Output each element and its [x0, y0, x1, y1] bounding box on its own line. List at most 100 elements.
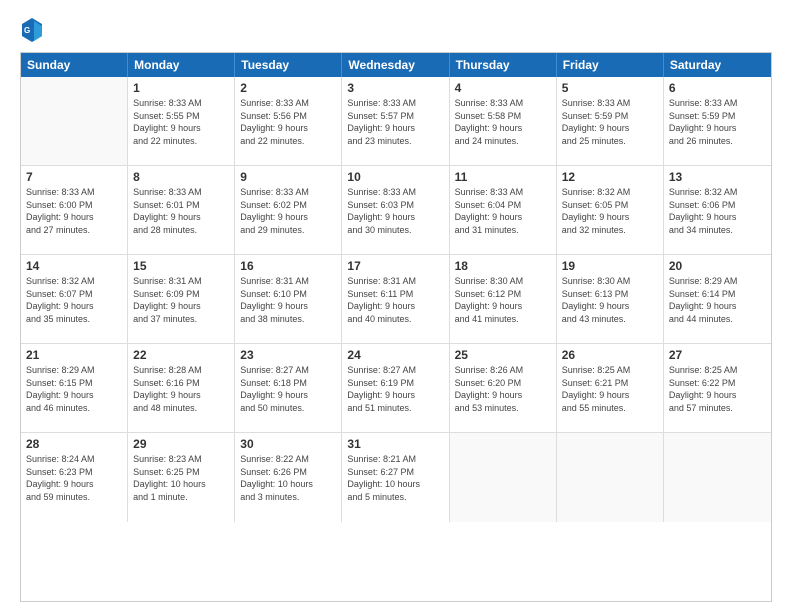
calendar-cell — [21, 77, 128, 165]
calendar-cell: 13 Sunrise: 8:32 AMSunset: 6:06 PMDayligh… — [664, 166, 771, 254]
day-number: 11 — [455, 170, 551, 184]
calendar-cell — [450, 433, 557, 522]
day-info: Sunrise: 8:32 AMSunset: 6:06 PMDaylight:… — [669, 186, 766, 236]
day-info: Sunrise: 8:25 AMSunset: 6:22 PMDaylight:… — [669, 364, 766, 414]
day-number: 25 — [455, 348, 551, 362]
day-number: 31 — [347, 437, 443, 451]
calendar-cell: 6 Sunrise: 8:33 AMSunset: 5:59 PMDaylight… — [664, 77, 771, 165]
calendar-cell: 19 Sunrise: 8:30 AMSunset: 6:13 PMDayligh… — [557, 255, 664, 343]
day-info: Sunrise: 8:33 AMSunset: 6:03 PMDaylight:… — [347, 186, 443, 236]
day-info: Sunrise: 8:29 AMSunset: 6:14 PMDaylight:… — [669, 275, 766, 325]
day-info: Sunrise: 8:33 AMSunset: 6:04 PMDaylight:… — [455, 186, 551, 236]
day-info: Sunrise: 8:32 AMSunset: 6:05 PMDaylight:… — [562, 186, 658, 236]
day-info: Sunrise: 8:31 AMSunset: 6:11 PMDaylight:… — [347, 275, 443, 325]
day-number: 8 — [133, 170, 229, 184]
calendar-cell: 4 Sunrise: 8:33 AMSunset: 5:58 PMDaylight… — [450, 77, 557, 165]
logo-icon: G — [20, 16, 44, 44]
calendar-cell: 22 Sunrise: 8:28 AMSunset: 6:16 PMDayligh… — [128, 344, 235, 432]
day-number: 16 — [240, 259, 336, 273]
calendar-cell: 23 Sunrise: 8:27 AMSunset: 6:18 PMDayligh… — [235, 344, 342, 432]
calendar: SundayMondayTuesdayWednesdayThursdayFrid… — [20, 52, 772, 602]
calendar-cell: 21Sunrise: 8:29 AMSunset: 6:15 PMDayligh… — [21, 344, 128, 432]
day-info: Sunrise: 8:33 AMSunset: 5:55 PMDaylight:… — [133, 97, 229, 147]
day-number: 1 — [133, 81, 229, 95]
calendar-header-cell: Thursday — [450, 53, 557, 77]
calendar-week: 28Sunrise: 8:24 AMSunset: 6:23 PMDayligh… — [21, 433, 771, 522]
day-number: 17 — [347, 259, 443, 273]
calendar-header-cell: Saturday — [664, 53, 771, 77]
calendar-cell: 29Sunrise: 8:23 AMSunset: 6:25 PMDayligh… — [128, 433, 235, 522]
day-number: 5 — [562, 81, 658, 95]
day-info: Sunrise: 8:33 AMSunset: 6:00 PMDaylight:… — [26, 186, 122, 236]
day-number: 24 — [347, 348, 443, 362]
calendar-header-cell: Monday — [128, 53, 235, 77]
day-number: 21 — [26, 348, 122, 362]
calendar-cell: 8 Sunrise: 8:33 AMSunset: 6:01 PMDaylight… — [128, 166, 235, 254]
day-number: 19 — [562, 259, 658, 273]
day-number: 15 — [133, 259, 229, 273]
day-number: 7 — [26, 170, 122, 184]
calendar-cell: 9 Sunrise: 8:33 AMSunset: 6:02 PMDaylight… — [235, 166, 342, 254]
calendar-cell: 11 Sunrise: 8:33 AMSunset: 6:04 PMDayligh… — [450, 166, 557, 254]
calendar-header-cell: Sunday — [21, 53, 128, 77]
day-info: Sunrise: 8:30 AMSunset: 6:12 PMDaylight:… — [455, 275, 551, 325]
calendar-cell: 16Sunrise: 8:31 AMSunset: 6:10 PMDayligh… — [235, 255, 342, 343]
calendar-header-cell: Tuesday — [235, 53, 342, 77]
day-info: Sunrise: 8:33 AMSunset: 5:59 PMDaylight:… — [669, 97, 766, 147]
calendar-week: 14Sunrise: 8:32 AMSunset: 6:07 PMDayligh… — [21, 255, 771, 344]
day-info: Sunrise: 8:33 AMSunset: 5:59 PMDaylight:… — [562, 97, 658, 147]
calendar-cell: 25Sunrise: 8:26 AMSunset: 6:20 PMDayligh… — [450, 344, 557, 432]
day-number: 12 — [562, 170, 658, 184]
day-number: 26 — [562, 348, 658, 362]
calendar-week: 21Sunrise: 8:29 AMSunset: 6:15 PMDayligh… — [21, 344, 771, 433]
calendar-cell: 31Sunrise: 8:21 AMSunset: 6:27 PMDayligh… — [342, 433, 449, 522]
calendar-cell: 2 Sunrise: 8:33 AMSunset: 5:56 PMDaylight… — [235, 77, 342, 165]
calendar-week: 1 Sunrise: 8:33 AMSunset: 5:55 PMDaylight… — [21, 77, 771, 166]
calendar-cell: 20 Sunrise: 8:29 AMSunset: 6:14 PMDayligh… — [664, 255, 771, 343]
calendar-cell — [664, 433, 771, 522]
calendar-week: 7 Sunrise: 8:33 AMSunset: 6:00 PMDaylight… — [21, 166, 771, 255]
day-info: Sunrise: 8:33 AMSunset: 6:02 PMDaylight:… — [240, 186, 336, 236]
day-info: Sunrise: 8:33 AMSunset: 6:01 PMDaylight:… — [133, 186, 229, 236]
day-info: Sunrise: 8:28 AMSunset: 6:16 PMDaylight:… — [133, 364, 229, 414]
day-info: Sunrise: 8:33 AMSunset: 5:56 PMDaylight:… — [240, 97, 336, 147]
page: G SundayMondayTuesdayWednesdayThursdayFr… — [0, 0, 792, 612]
day-number: 13 — [669, 170, 766, 184]
day-number: 2 — [240, 81, 336, 95]
calendar-header-cell: Wednesday — [342, 53, 449, 77]
day-number: 30 — [240, 437, 336, 451]
day-number: 20 — [669, 259, 766, 273]
calendar-cell — [557, 433, 664, 522]
day-info: Sunrise: 8:22 AMSunset: 6:26 PMDaylight:… — [240, 453, 336, 503]
calendar-cell: 7 Sunrise: 8:33 AMSunset: 6:00 PMDaylight… — [21, 166, 128, 254]
calendar-cell: 17 Sunrise: 8:31 AMSunset: 6:11 PMDayligh… — [342, 255, 449, 343]
calendar-cell: 27Sunrise: 8:25 AMSunset: 6:22 PMDayligh… — [664, 344, 771, 432]
calendar-body: 1 Sunrise: 8:33 AMSunset: 5:55 PMDaylight… — [21, 77, 771, 522]
calendar-cell: 18 Sunrise: 8:30 AMSunset: 6:12 PMDayligh… — [450, 255, 557, 343]
calendar-header-cell: Friday — [557, 53, 664, 77]
svg-text:G: G — [24, 26, 30, 35]
calendar-cell: 28Sunrise: 8:24 AMSunset: 6:23 PMDayligh… — [21, 433, 128, 522]
day-info: Sunrise: 8:24 AMSunset: 6:23 PMDaylight:… — [26, 453, 122, 503]
calendar-cell: 24Sunrise: 8:27 AMSunset: 6:19 PMDayligh… — [342, 344, 449, 432]
day-number: 10 — [347, 170, 443, 184]
day-number: 18 — [455, 259, 551, 273]
day-number: 22 — [133, 348, 229, 362]
day-number: 9 — [240, 170, 336, 184]
calendar-cell: 30 Sunrise: 8:22 AMSunset: 6:26 PMDayligh… — [235, 433, 342, 522]
day-info: Sunrise: 8:33 AMSunset: 5:57 PMDaylight:… — [347, 97, 443, 147]
calendar-cell: 3Sunrise: 8:33 AMSunset: 5:57 PMDaylight… — [342, 77, 449, 165]
day-info: Sunrise: 8:27 AMSunset: 6:18 PMDaylight:… — [240, 364, 336, 414]
logo: G — [20, 16, 48, 44]
day-number: 23 — [240, 348, 336, 362]
calendar-header-row: SundayMondayTuesdayWednesdayThursdayFrid… — [21, 53, 771, 77]
day-info: Sunrise: 8:31 AMSunset: 6:09 PMDaylight:… — [133, 275, 229, 325]
day-number: 29 — [133, 437, 229, 451]
day-number: 6 — [669, 81, 766, 95]
day-info: Sunrise: 8:33 AMSunset: 5:58 PMDaylight:… — [455, 97, 551, 147]
day-number: 4 — [455, 81, 551, 95]
calendar-cell: 14Sunrise: 8:32 AMSunset: 6:07 PMDayligh… — [21, 255, 128, 343]
calendar-cell: 12 Sunrise: 8:32 AMSunset: 6:05 PMDayligh… — [557, 166, 664, 254]
day-info: Sunrise: 8:30 AMSunset: 6:13 PMDaylight:… — [562, 275, 658, 325]
day-info: Sunrise: 8:25 AMSunset: 6:21 PMDaylight:… — [562, 364, 658, 414]
